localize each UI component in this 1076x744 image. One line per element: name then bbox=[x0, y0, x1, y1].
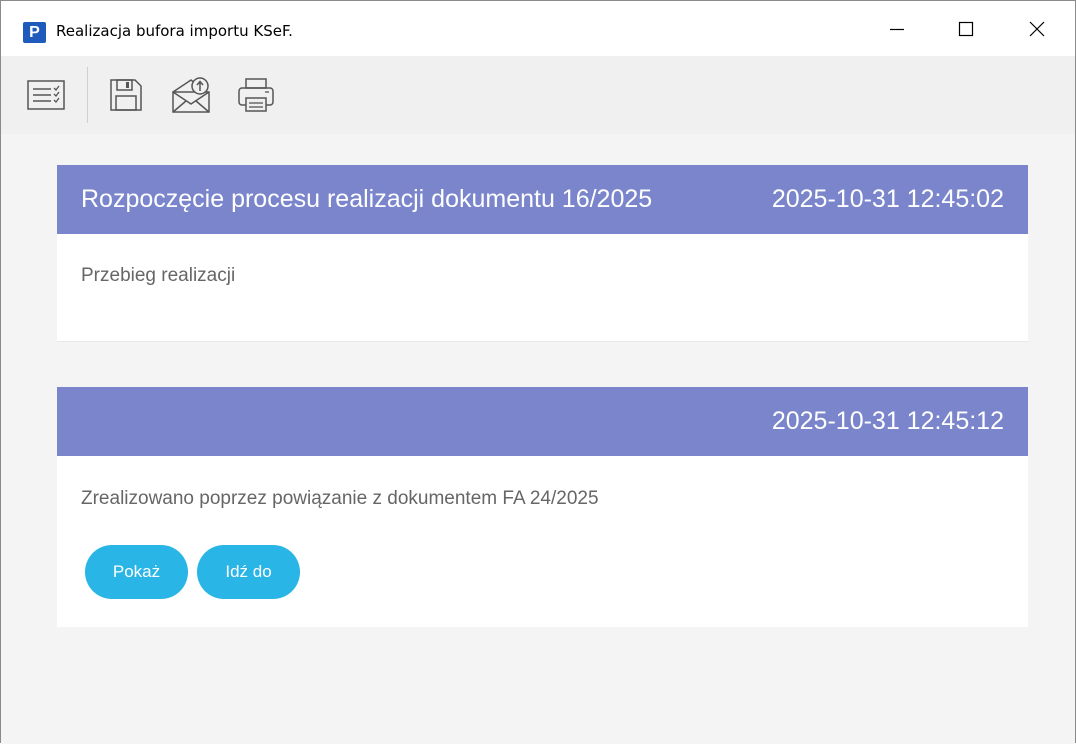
window-title: Realizacja bufora importu KSeF. bbox=[56, 22, 293, 40]
print-button[interactable] bbox=[236, 76, 276, 114]
event-timestamp: 2025-10-31 12:45:12 bbox=[771, 407, 1004, 435]
close-icon bbox=[1029, 21, 1045, 36]
event-card: Rozpoczęcie procesu realizacji dokumentu… bbox=[57, 165, 1028, 342]
event-card: 2025-10-31 12:45:12 Zrealizowano poprzez… bbox=[57, 387, 1028, 627]
checklist-icon bbox=[27, 80, 65, 110]
save-icon bbox=[110, 79, 142, 111]
checklist-button[interactable] bbox=[26, 76, 66, 114]
event-timestamp: 2025-10-31 12:45:02 bbox=[771, 185, 1004, 213]
title-bar[interactable]: P Realizacja bufora importu KSeF. bbox=[1, 1, 1075, 56]
show-button[interactable]: Pokaż bbox=[85, 545, 188, 599]
maximize-icon bbox=[958, 21, 974, 36]
app-logo: P bbox=[23, 22, 46, 43]
toolbar bbox=[1, 56, 1075, 134]
content-area: Rozpoczęcie procesu realizacji dokumentu… bbox=[1, 134, 1075, 744]
go-to-button[interactable]: Idź do bbox=[197, 545, 300, 599]
event-title: Rozpoczęcie procesu realizacji dokumentu… bbox=[81, 185, 653, 213]
print-icon bbox=[238, 78, 274, 112]
event-card-header: 2025-10-31 12:45:12 bbox=[57, 387, 1028, 456]
maximize-button[interactable] bbox=[936, 1, 996, 56]
minimize-button[interactable] bbox=[867, 1, 927, 56]
dialog-window: P Realizacja bufora importu KSeF. Rozpoc… bbox=[0, 0, 1076, 744]
mail-send-icon bbox=[172, 77, 210, 113]
event-description: Zrealizowano poprzez powiązanie z dokume… bbox=[81, 488, 599, 509]
event-description: Przebieg realizacji bbox=[81, 265, 236, 286]
event-card-header: Rozpoczęcie procesu realizacji dokumentu… bbox=[57, 165, 1028, 234]
close-button[interactable] bbox=[1007, 1, 1067, 56]
minimize-icon bbox=[890, 28, 904, 30]
send-mail-button[interactable] bbox=[171, 76, 211, 114]
save-button[interactable] bbox=[106, 76, 146, 114]
toolbar-divider bbox=[87, 67, 88, 123]
